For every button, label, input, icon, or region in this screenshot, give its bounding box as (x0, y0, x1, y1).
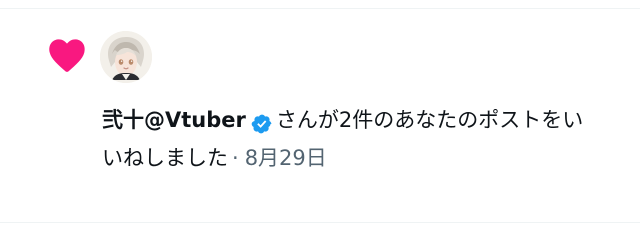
notifications-frame: 弐十@Vtuber さんが2件のあなたのポストをい いねしました · 8月29日 (0, 0, 640, 240)
bottom-divider (0, 222, 640, 223)
notification-line-1: 弐十@Vtuber さんが2件のあなたのポストをい (102, 101, 622, 139)
heart-icon (44, 33, 90, 77)
notification-message-part-1: さんが2件のあなたのポストをい (275, 108, 584, 132)
notification-message-part-2: いねしました (102, 146, 228, 170)
date-separator: · (232, 146, 239, 170)
user-display-name[interactable]: 弐十@Vtuber (102, 101, 246, 139)
verified-badge-icon (251, 109, 273, 134)
notification-line-2: いねしました · 8月29日 (102, 139, 622, 177)
like-notification[interactable]: 弐十@Vtuber さんが2件のあなたのポストをい いねしました · 8月29日 (0, 9, 640, 222)
notification-text: 弐十@Vtuber さんが2件のあなたのポストをい いねしました · 8月29日 (102, 101, 622, 177)
notification-date[interactable]: 8月29日 (245, 139, 327, 177)
avatar[interactable] (100, 31, 152, 83)
